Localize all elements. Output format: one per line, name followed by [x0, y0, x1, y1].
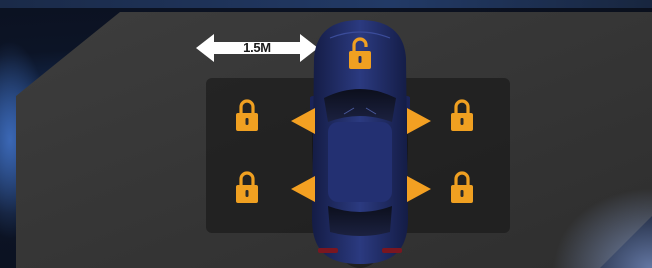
- arrow-left-icon: [291, 176, 315, 202]
- locked-padlock-icon: [451, 171, 473, 203]
- arrow-left-icon: [291, 108, 315, 134]
- locked-padlock-icon: [236, 99, 258, 131]
- locked-padlock-icon: [451, 99, 473, 131]
- unlocked-padlock-icon: [349, 37, 371, 69]
- arrow-right-icon: [407, 108, 431, 134]
- locked-padlock-icon: [236, 171, 258, 203]
- distance-label: 1.5M: [243, 40, 271, 55]
- proximity-unlock-illustration: 1.5M: [0, 0, 652, 268]
- arrow-right-icon: [407, 176, 431, 202]
- blue-glow-right: [552, 188, 652, 268]
